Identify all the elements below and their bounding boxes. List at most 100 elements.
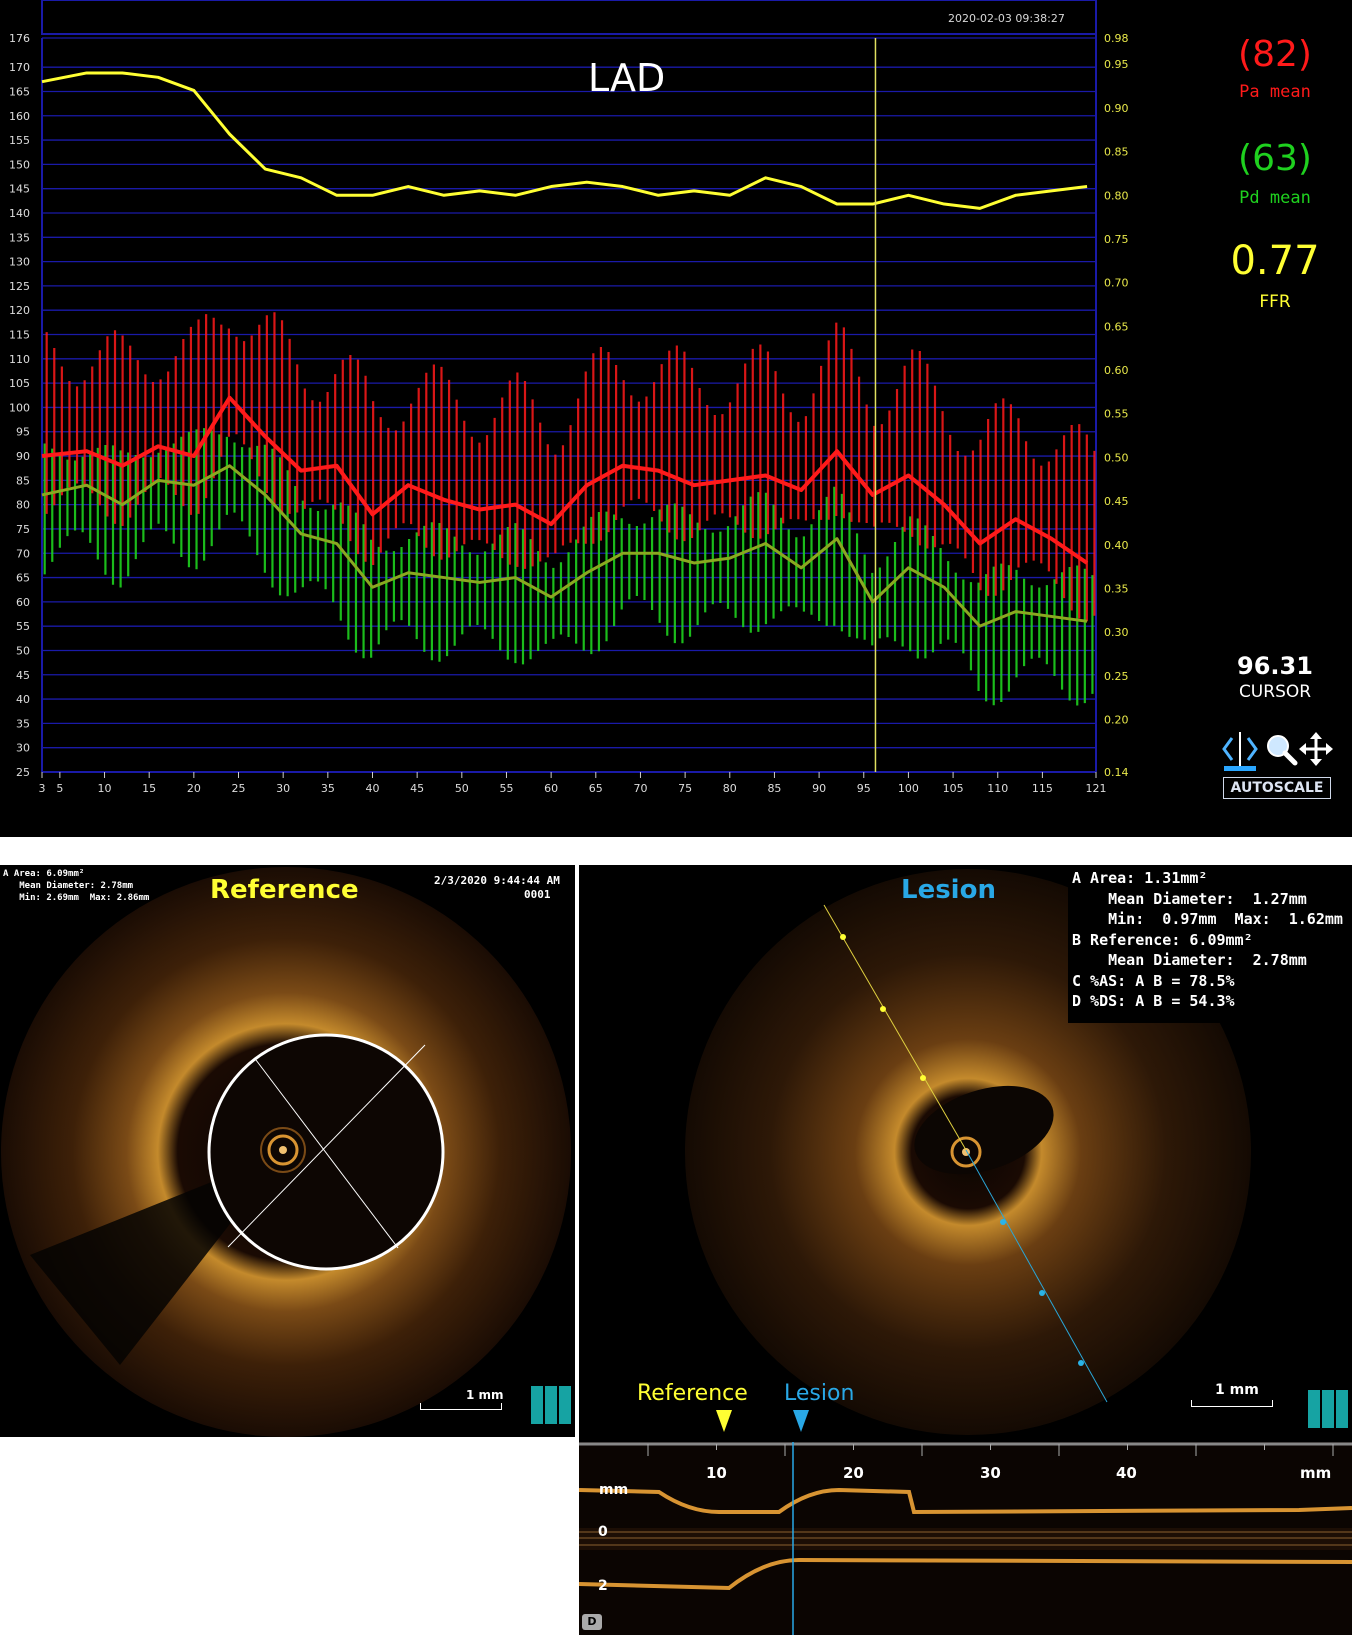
lesion-marker-arrow[interactable] xyxy=(793,1410,809,1432)
chart-grid xyxy=(41,0,1097,773)
left-tick-label: 140 xyxy=(9,207,30,220)
left-tick-label: 95 xyxy=(16,426,30,439)
left-tick-label: 65 xyxy=(16,572,30,585)
x-tick-label: 45 xyxy=(410,782,424,795)
longitudinal-view[interactable]: 10 20 30 40 mm mm 0 2 D xyxy=(579,1442,1352,1635)
zoom-icon[interactable] xyxy=(1267,735,1298,766)
autoscale-button[interactable]: AUTOSCALE xyxy=(1223,777,1331,799)
distance-tick-label: 20 xyxy=(843,1464,864,1482)
ffr-label: FFR xyxy=(1259,292,1291,312)
lesion-marker-label: Lesion xyxy=(784,1381,855,1406)
reference-frame: 0001 xyxy=(524,888,551,901)
x-tick-label: 100 xyxy=(898,782,919,795)
depth-tick-label: 0 xyxy=(598,1524,608,1540)
x-tick-label: 70 xyxy=(633,782,647,795)
reference-marker-arrow[interactable] xyxy=(716,1410,732,1432)
x-tick-label: 30 xyxy=(276,782,290,795)
right-tick-label: 0.98 xyxy=(1104,32,1129,45)
lesion-scale-label: 1 mm xyxy=(1215,1382,1259,1398)
x-tick-label: 55 xyxy=(499,782,513,795)
x-tick-label: 110 xyxy=(987,782,1008,795)
ffr-value: 0.77 xyxy=(1230,238,1320,284)
oct-reference-image[interactable] xyxy=(0,865,575,1437)
x-tick-label: 60 xyxy=(544,782,558,795)
x-tick-label: 65 xyxy=(589,782,603,795)
header-frame xyxy=(41,0,1097,35)
x-tick-label: 50 xyxy=(455,782,469,795)
right-tick-label: 0.75 xyxy=(1104,233,1129,246)
left-tick-label: 85 xyxy=(16,474,30,487)
right-tick-label: 0.95 xyxy=(1104,58,1129,71)
right-tick-label: 0.35 xyxy=(1104,583,1129,596)
left-tick-label: 75 xyxy=(16,523,30,536)
left-tick-label: 45 xyxy=(16,669,30,682)
right-tick-label: 0.14 xyxy=(1104,766,1129,779)
left-tick-label: 30 xyxy=(16,742,30,755)
grid-layout-icon[interactable] xyxy=(1308,1390,1348,1428)
pan-icon[interactable] xyxy=(1299,732,1333,766)
lesion-title: Lesion xyxy=(901,875,996,905)
vessel-title: LAD xyxy=(588,56,666,100)
distal-badge[interactable]: D xyxy=(582,1614,602,1630)
reference-scale-bar xyxy=(420,1403,502,1410)
pulsatile-waveforms xyxy=(43,312,1096,706)
x-tick-label: 40 xyxy=(365,782,379,795)
right-tick-label: 0.30 xyxy=(1104,626,1129,639)
timestamp: 2020-02-03 09:38:27 xyxy=(948,12,1065,25)
left-tick-label: 55 xyxy=(16,620,30,633)
x-tick-label: 80 xyxy=(723,782,737,795)
left-tick-label: 105 xyxy=(9,377,30,390)
left-tick-label: 125 xyxy=(9,280,30,293)
left-tick-label: 80 xyxy=(16,499,30,512)
x-tick-label: 105 xyxy=(943,782,964,795)
left-tick-label: 155 xyxy=(9,134,30,147)
left-tick-label: 130 xyxy=(9,256,30,269)
left-tick-label: 60 xyxy=(16,596,30,609)
x-tick-label: 121 xyxy=(1086,782,1107,795)
left-tick-label: 120 xyxy=(9,304,30,317)
distance-tick-label: 10 xyxy=(706,1464,727,1482)
reference-marker-label: Reference xyxy=(637,1381,748,1406)
right-tick-label: 0.70 xyxy=(1104,277,1129,290)
right-tick-label: 0.20 xyxy=(1104,714,1129,727)
right-tick-label: 0.55 xyxy=(1104,408,1129,421)
right-tick-label: 0.40 xyxy=(1104,539,1129,552)
grid-layout-icon[interactable] xyxy=(531,1386,571,1424)
reference-scale-label: 1 mm xyxy=(466,1388,504,1402)
depth-unit: mm xyxy=(599,1482,629,1498)
left-tick-label: 70 xyxy=(16,547,30,560)
right-tick-label: 0.25 xyxy=(1104,670,1129,683)
left-tick-label: 176 xyxy=(9,32,30,45)
axis-ticks: 1761701651601551501451401351301251201151… xyxy=(9,32,1129,795)
measurement-box: A Area: 1.31mm² Mean Diameter: 1.27mm Mi… xyxy=(1068,865,1352,1023)
x-tick-label: 5 xyxy=(56,782,63,795)
pressure-chart[interactable]: 1761701651601551501451401351301251201151… xyxy=(0,0,1352,837)
left-tick-label: 165 xyxy=(9,85,30,98)
oct-lesion-view: Lesion A Area: 1.31mm² Mean Diameter: 1.… xyxy=(579,865,1352,1445)
ffr-pressure-panel: 176 170 165 160 155 150 145 140 135 130 125 120 115 1… xyxy=(0,0,1352,837)
left-tick-label: 25 xyxy=(16,766,30,779)
left-tick-label: 110 xyxy=(9,353,30,366)
x-tick-label: 75 xyxy=(678,782,692,795)
depth-tick-label: 2 xyxy=(598,1578,608,1594)
right-tick-label: 0.60 xyxy=(1104,364,1129,377)
x-tick-label: 3 xyxy=(39,782,46,795)
cursor-move-icon[interactable] xyxy=(1222,732,1258,771)
pd-mean-label: Pd mean xyxy=(1239,188,1311,208)
reference-area-info: A Area: 6.09mm² Mean Diameter: 2.78mm Mi… xyxy=(3,869,150,903)
distance-ticks xyxy=(647,1444,1334,1456)
left-tick-label: 135 xyxy=(9,231,30,244)
right-tick-label: 0.85 xyxy=(1104,146,1129,159)
reference-datetime: 2/3/2020 9:44:44 AM xyxy=(434,874,560,887)
left-tick-label: 160 xyxy=(9,110,30,123)
longitudinal-image xyxy=(579,1442,1352,1635)
right-tick-label: 0.65 xyxy=(1104,320,1129,333)
distance-tick-label: 30 xyxy=(980,1464,1001,1482)
right-tick-label: 0.50 xyxy=(1104,451,1129,464)
x-tick-label: 90 xyxy=(812,782,826,795)
left-tick-label: 100 xyxy=(9,401,30,414)
cursor-label: CURSOR xyxy=(1238,682,1312,702)
pd-mean-value: (63) xyxy=(1238,138,1312,179)
x-tick-label: 85 xyxy=(767,782,781,795)
left-tick-label: 50 xyxy=(16,644,30,657)
